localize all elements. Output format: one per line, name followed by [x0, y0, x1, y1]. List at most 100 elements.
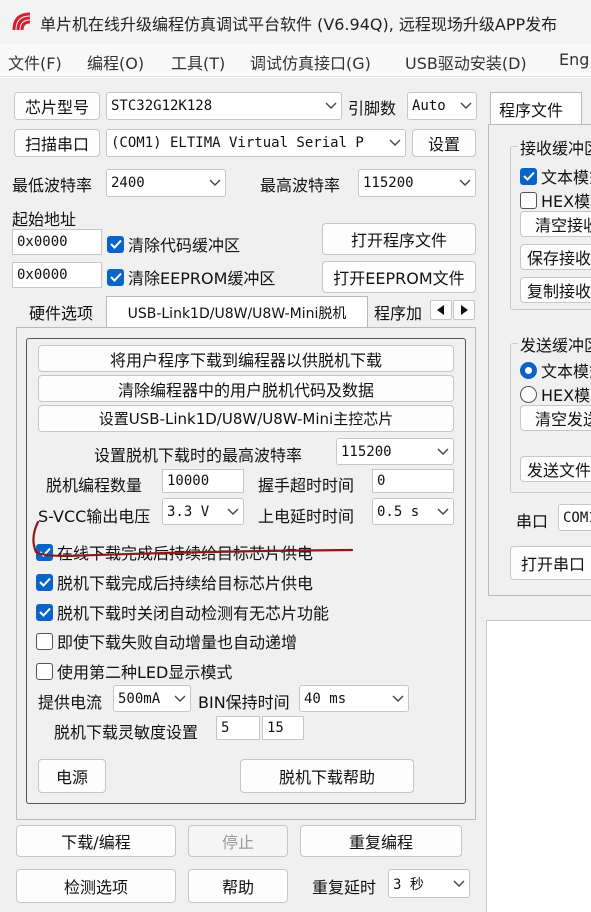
handshake-timeout-input[interactable]: 0 — [372, 469, 454, 493]
recv-hex-mode-checkbox[interactable]: HEX模式 — [520, 188, 591, 212]
checkmark-icon — [107, 268, 124, 286]
code-address-input[interactable]: 0x0000 — [12, 229, 102, 255]
tab-scroll-right-button[interactable] — [453, 300, 475, 320]
clear-code-buffer-checkbox[interactable]: 清除代码缓冲区 — [107, 232, 240, 256]
chip-model-select[interactable]: STC32G12K128 — [106, 92, 342, 120]
checkmark-icon — [520, 167, 537, 185]
right-port-select[interactable]: COM1 — [558, 504, 591, 531]
sensitivity-input-a[interactable]: 5 — [216, 716, 260, 740]
supply-current-select[interactable]: 500mA — [113, 685, 191, 712]
tab-hardware-options[interactable]: 硬件选项 — [18, 298, 104, 326]
menu-english[interactable]: Eng — [559, 50, 589, 69]
repeat-delay-label: 重复延时 — [312, 878, 377, 897]
power-on-delay-select[interactable]: 0.5 s — [372, 498, 454, 525]
open-program-file-button[interactable]: 打开程序文件 — [322, 223, 476, 255]
serial-port-select[interactable]: (COM1) ELTIMA Virtual Serial P — [106, 129, 406, 157]
recv-hex-mode-label: HEX模式 — [541, 192, 591, 211]
supply-current-value: 500mA — [118, 690, 161, 707]
offline-count-input[interactable]: 10000 — [162, 469, 244, 493]
chevron-down-icon — [205, 170, 225, 196]
serial-port-label: 串口 — [516, 512, 549, 531]
eeprom-address-input[interactable]: 0x0000 — [12, 262, 102, 288]
download-to-programmer-button[interactable]: 将用户程序下载到编程器以供脱机下载 — [38, 345, 454, 372]
copy-receive-button[interactable]: 复制接收数据 — [520, 277, 591, 303]
clear-eeprom-buffer-checkbox[interactable]: 清除EEPROM缓冲区 — [107, 265, 275, 289]
power-on-delay-value: 0.5 s — [377, 503, 420, 520]
checkmark-icon — [107, 235, 124, 253]
repeat-program-button[interactable]: 重复编程 — [300, 825, 462, 857]
tab-program-encrypt[interactable]: 程序加 — [370, 298, 428, 326]
chip-model-value: STC32G12K128 — [111, 98, 213, 114]
auto-increment-on-fail-checkbox[interactable]: 即使下载失败自动增量也自动递增 — [36, 629, 297, 653]
send-hex-mode-label: HEX模式 — [541, 386, 591, 405]
pin-count-value: Auto — [412, 98, 446, 114]
recv-text-mode-label: 文本模式 — [541, 168, 591, 187]
tab-scroll-left-button[interactable] — [430, 300, 452, 320]
supply-current-label: 提供电流 — [38, 693, 103, 712]
settings-button[interactable]: 设置 — [412, 129, 476, 157]
clear-offline-code-button[interactable]: 清除编程器中的用户脱机代码及数据 — [38, 375, 454, 402]
power-button[interactable]: 电源 — [38, 759, 106, 793]
detect-options-button[interactable]: 检测选项 — [16, 869, 176, 903]
repeat-delay-value: 3 秒 — [393, 876, 424, 893]
offline-power-after-download-checkbox[interactable]: 脱机下载完成后持续给目标芯片供电 — [36, 570, 313, 594]
tab-program-file[interactable]: 程序文件 — [490, 92, 582, 124]
open-serial-port-button[interactable]: 打开串口 — [510, 546, 591, 580]
bin-hold-time-label: BIN保持时间 — [198, 693, 290, 712]
chevron-down-icon — [455, 170, 475, 196]
max-baud-select[interactable]: 115200 — [358, 169, 476, 197]
radio-selected-icon — [520, 361, 537, 379]
second-led-mode-checkbox[interactable]: 使用第二种LED显示模式 — [36, 659, 232, 683]
sensitivity-input-b[interactable]: 15 — [262, 716, 304, 740]
recv-text-mode-checkbox[interactable]: 文本模式 — [520, 164, 591, 188]
menu-tools[interactable]: 工具(T) — [171, 50, 225, 74]
help-button[interactable]: 帮助 — [188, 869, 288, 903]
menu-file[interactable]: 文件(F) — [8, 50, 62, 74]
send-file-button[interactable]: 发送文件 — [520, 456, 591, 482]
window-title: 单片机在线升级编程仿真调试平台软件 (V6.94Q), 远程现场升级APP发布 — [40, 15, 558, 34]
right-port-value: COM1 — [563, 509, 591, 526]
handshake-timeout-label: 握手超时时间 — [258, 476, 355, 495]
download-program-button[interactable]: 下载/编程 — [16, 825, 176, 857]
setup-master-chip-button[interactable]: 设置USB-Link1D/U8W/U8W-Mini主控芯片 — [38, 405, 454, 432]
min-baud-value: 2400 — [111, 175, 145, 191]
send-text-mode-radio[interactable]: 文本模式 — [520, 358, 591, 382]
receive-text-area[interactable] — [486, 620, 591, 912]
chevron-down-icon — [170, 686, 190, 711]
offline-help-button[interactable]: 脱机下载帮助 — [240, 759, 414, 793]
send-text-mode-label: 文本模式 — [541, 362, 591, 381]
arrow-right-icon — [461, 305, 468, 315]
tab-usb-link-offline[interactable]: USB-Link1D/U8W/U8W-Mini脱机 — [106, 296, 368, 328]
clear-receive-button[interactable]: 清空接收区 — [520, 211, 591, 237]
save-receive-button[interactable]: 保存接收数据 — [520, 244, 591, 270]
chevron-down-icon — [433, 499, 453, 524]
menu-usb-driver[interactable]: USB驱动安装(D) — [405, 50, 527, 74]
clear-eeprom-buffer-label: 清除EEPROM缓冲区 — [128, 269, 276, 288]
open-eeprom-file-button[interactable]: 打开EEPROM文件 — [322, 261, 476, 293]
start-address-label: 起始地址 — [12, 210, 77, 229]
checkmark-icon — [36, 603, 53, 621]
second-led-mode-label: 使用第二种LED显示模式 — [57, 663, 233, 682]
min-baud-select[interactable]: 2400 — [106, 169, 226, 197]
offline-max-baud-select[interactable]: 115200 — [336, 438, 454, 465]
offline-power-label: 脱机下载完成后持续给目标芯片供电 — [57, 574, 314, 593]
stop-button[interactable]: 停止 — [188, 825, 288, 857]
title-bar: 单片机在线升级编程仿真调试平台软件 (V6.94Q), 远程现场升级APP发布 — [0, 0, 591, 44]
offline-max-baud-label: 设置脱机下载时的最高波特率 — [94, 446, 303, 465]
clear-send-button[interactable]: 清空发送区 — [520, 405, 591, 431]
checkbox-empty-icon — [36, 632, 53, 650]
clear-code-buffer-label: 清除代码缓冲区 — [128, 236, 241, 255]
send-hex-mode-radio[interactable]: HEX模式 — [520, 382, 591, 406]
chevron-down-icon — [456, 93, 476, 119]
bin-hold-time-select[interactable]: 40 ms — [299, 685, 409, 712]
offline-max-baud-value: 115200 — [341, 443, 392, 460]
disable-chip-detect-checkbox[interactable]: 脱机下载时关闭自动检测有无芯片功能 — [36, 600, 329, 624]
chevron-down-icon — [321, 93, 341, 119]
scan-port-button[interactable]: 扫描串口 — [14, 129, 100, 157]
chip-model-button[interactable]: 芯片型号 — [14, 92, 100, 120]
repeat-delay-select[interactable]: 3 秒 — [388, 869, 470, 898]
menu-program[interactable]: 编程(O) — [87, 50, 144, 74]
setup-master-chip-label: 设置USB-Link1D/U8W/U8W-Mini主控芯片 — [98, 410, 394, 428]
pin-count-select[interactable]: Auto — [407, 92, 477, 120]
menu-debug-interface[interactable]: 调试仿真接口(G) — [250, 50, 371, 74]
